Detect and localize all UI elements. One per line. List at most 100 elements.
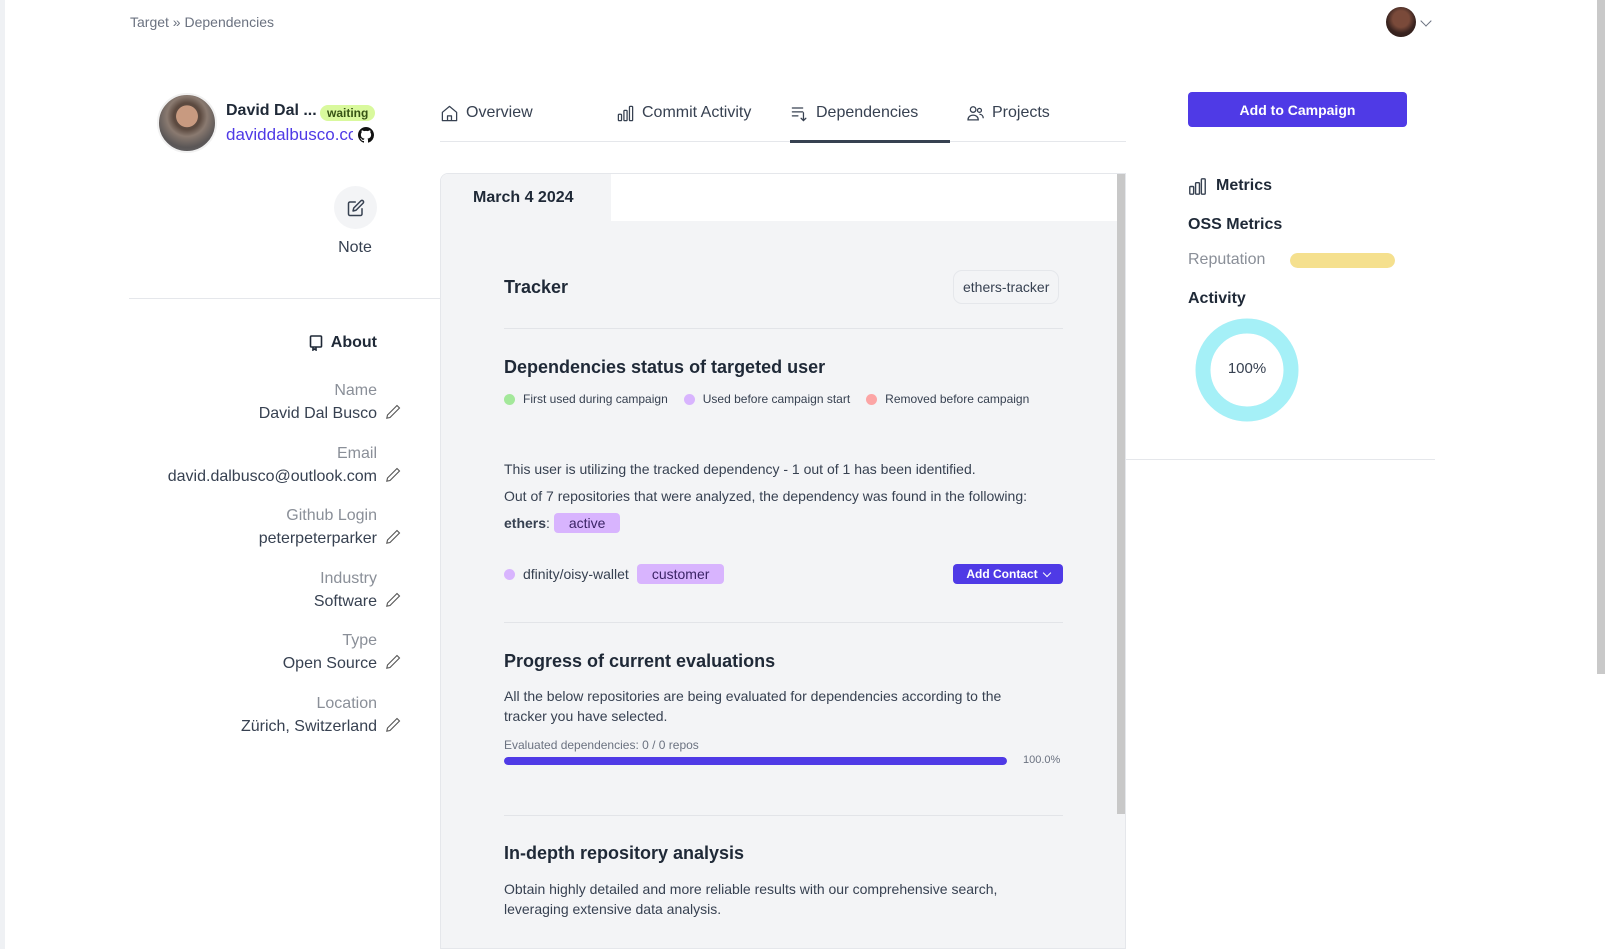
legend-item: Used before campaign start [683,392,851,406]
legend-dot-purple [683,393,695,405]
tab-label: Commit Activity [642,104,752,121]
field-value: david.dalbusco@outlook.com [167,468,377,485]
pencil-icon[interactable] [385,404,401,420]
legend-dot-green [504,393,515,405]
legend-item: Removed before campaign [866,392,1029,406]
note-label: Note [338,239,372,256]
pencil-icon[interactable] [385,467,401,483]
field-label: Name [334,382,377,399]
pencil-icon[interactable] [385,654,401,670]
github-icon[interactable] [358,127,374,143]
left-edge-strip [0,0,5,949]
about-heading: About [220,334,377,352]
repo-row: dfinity/oisy-wallet customer [504,564,725,584]
repo-tag-pill: customer [636,564,725,584]
divider [504,622,1063,623]
repo-status-dot [504,568,515,580]
tracker-chip[interactable]: ethers-tracker [953,270,1060,304]
field-value: peterpeterparker [258,530,377,547]
field-value: Open Source [282,655,377,672]
tab-bar: Overview Commit Activity Dependencies Pr… [440,98,1126,143]
about-field-email: Email david.dalbusco@outlook.com [168,444,377,487]
sort-list-icon [791,107,807,122]
tab-dependencies[interactable]: Dependencies [790,98,950,143]
field-value: Zürich, Switzerland [240,718,377,735]
tab-label: Projects [992,104,1050,121]
analysis-description: Obtain highly detailed and more reliable… [504,881,998,917]
chevron-down-icon [1042,568,1051,577]
card-header: March 4 2024 [441,174,1125,221]
progress-caption: Evaluated dependencies: 0 / 0 repos [504,738,699,752]
evaluation-progress-bar [504,757,1007,765]
book-icon [309,335,323,351]
oss-metrics-title: OSS Metrics [1188,216,1283,233]
field-value: Software [313,593,377,610]
page-scrollbar[interactable] [1597,0,1605,674]
about-field-industry: Industry Software [314,569,377,612]
repo-name[interactable]: dfinity/oisy-wallet [523,566,629,582]
profile-avatar [157,93,217,153]
user-avatar[interactable] [1386,7,1416,37]
dependencies-card: March 4 2024 Tracker ethers-tracker Depe… [440,173,1126,949]
note-button[interactable] [334,186,377,229]
activity-percent-label: 100% [1227,360,1267,377]
add-contact-label: Add Contact [966,567,1038,581]
card-scrollbar[interactable] [1117,174,1125,814]
tab-label: Overview [466,104,533,121]
divider [504,328,1063,329]
home-icon [441,105,458,122]
legend-dot-red [866,393,878,405]
divider [129,298,440,299]
tracker-title: Tracker [504,277,569,297]
user-menu[interactable] [1386,7,1432,37]
field-label: Industry [320,570,377,587]
date-tab[interactable]: March 4 2024 [441,174,611,221]
dependencies-status-title: Dependencies status of targeted user [504,357,826,377]
dependency-state-pill: active [553,513,621,533]
pencil-icon[interactable] [385,717,401,733]
pencil-icon[interactable] [385,529,401,545]
field-label: Email [336,445,377,462]
legend-label: Used before campaign start [702,392,851,406]
field-label: Location [316,695,378,712]
bar-chart-icon [1189,177,1206,195]
about-field-type: Type Open Source [283,631,377,674]
tab-projects[interactable]: Projects [966,98,1050,142]
status-badge: waiting [320,105,376,121]
status-legend: First used during campaign Used before c… [504,392,1029,406]
tab-commit-activity[interactable]: Commit Activity [616,98,751,142]
dependency-colon: : [546,515,550,531]
progress-description: All the below repositories are being eva… [504,688,1002,724]
add-to-campaign-button[interactable]: Add to Campaign [1188,92,1407,127]
field-value: David Dal Busco [258,405,377,422]
add-contact-button[interactable]: Add Contact [953,564,1063,584]
progress-fill [504,757,1007,765]
users-icon [967,106,984,121]
legend-item: First used during campaign [504,392,668,406]
tab-overview[interactable]: Overview [440,98,533,142]
reputation-bar [1290,253,1395,268]
progress-title: Progress of current evaluations [504,651,776,671]
field-label: Type [342,632,377,649]
reputation-label: Reputation [1188,251,1266,268]
pencil-icon[interactable] [385,592,401,608]
field-label: Github Login [286,507,377,524]
profile-name: David Dal ... [226,102,317,119]
about-title-text: About [330,334,377,351]
chevron-down-icon[interactable] [1420,15,1432,27]
about-field-location: Location Zürich, Switzerland [241,694,377,737]
activity-title: Activity [1188,290,1246,307]
divider [504,815,1063,816]
dependency-name: ethers [504,515,547,531]
profile-website-link[interactable]: daviddalbusco.com [226,125,353,145]
legend-label: First used during campaign [523,392,668,406]
bar-chart-icon [617,105,634,122]
about-field-github-login: Github Login peterpeterparker [259,506,377,549]
edit-note-icon [347,199,364,216]
about-field-name: Name David Dal Busco [259,381,377,424]
legend-label: Removed before campaign [885,392,1030,406]
summary-line-2: Out of 7 repositories that were analyzed… [504,488,1027,504]
breadcrumb: Target » Dependencies [130,14,274,30]
progress-percent: 100.0% [1023,754,1061,766]
summary-line-1: This user is utilizing the tracked depen… [504,461,976,477]
